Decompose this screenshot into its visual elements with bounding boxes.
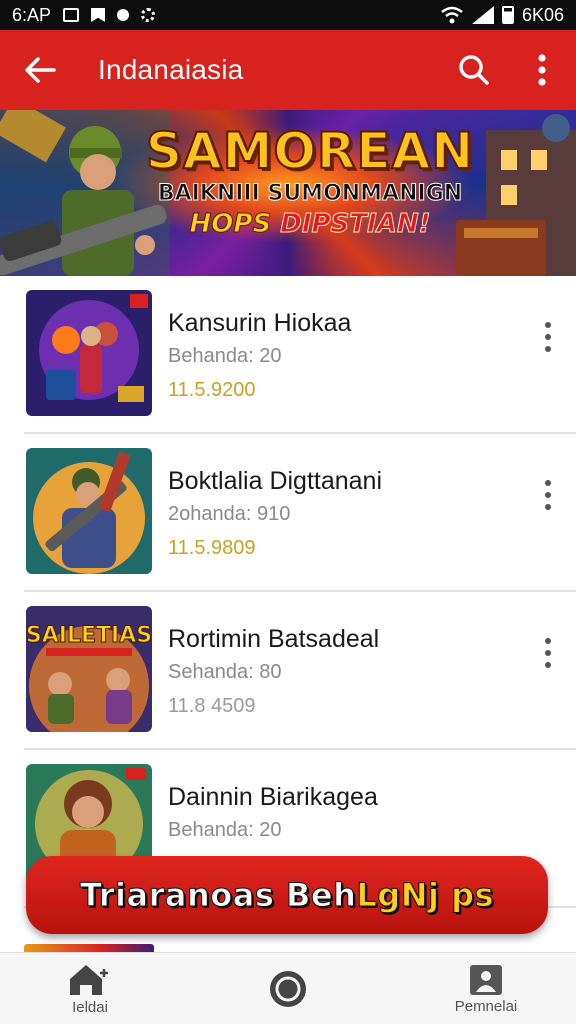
banner-tagline-part2: DIPSTIAN! <box>280 209 431 240</box>
circle-icon <box>117 9 130 21</box>
game-title: Boktlalia Digttanani <box>168 467 383 495</box>
nav-profile-label: Pemnelai <box>454 997 518 1015</box>
search-icon <box>459 55 489 85</box>
game-title: Kansurin Hiokaa <box>168 309 352 337</box>
item-more-button[interactable] <box>538 480 558 510</box>
app-bar: Indanaiasia <box>0 30 576 110</box>
battery-icon <box>501 6 514 24</box>
bottom-navigation: Ieldai Pemnelai <box>0 952 576 1024</box>
item-more-button[interactable] <box>538 322 558 352</box>
notes-icon <box>63 8 80 22</box>
promo-banner[interactable]: SAMOREAN BAIKNIII SUMONMANIGN HOPS DIPST… <box>0 110 576 276</box>
list-item[interactable]: SAILETIAS Rortimin Batsadeal Sehanda: 80… <box>24 592 576 750</box>
game-thumbnail <box>26 448 152 574</box>
banner-title: SAMOREAN <box>145 122 475 180</box>
flag-icon <box>91 8 106 22</box>
page-title: Indanaiasia <box>98 54 244 85</box>
screen: 6:AP 6K06 Indanaiasia SAMOREAN BAIKNIII … <box>0 0 576 1024</box>
nav-home[interactable]: Ieldai <box>50 953 130 1024</box>
status-time: 6:AP <box>12 4 52 25</box>
game-meta: Behanda: 20 <box>168 345 282 367</box>
game-title: Rortimin Batsadeal <box>168 625 380 653</box>
list-item[interactable]: Kansurin Hiokaa Behanda: 20 11.5.9200 <box>24 276 576 434</box>
game-title: Dainnin Biarikagea <box>168 783 378 811</box>
game-thumbnail <box>26 290 152 416</box>
game-meta: Behanda: 20 <box>168 819 282 841</box>
nav-home-label: Ieldai <box>72 998 108 1016</box>
status-right-text: 6K06 <box>521 4 564 25</box>
cta-label-part2: LgNj ps <box>356 876 495 915</box>
wifi-icon <box>441 6 463 24</box>
game-price: 11.5.9809 <box>168 537 256 559</box>
back-button[interactable] <box>0 30 80 110</box>
banner-tagline: HOPS DIPSTIAN! <box>140 208 480 240</box>
profile-icon <box>470 964 502 995</box>
nav-center[interactable] <box>248 953 328 1024</box>
banner-tagline-part1: HOPS <box>189 209 281 240</box>
circle-button-icon <box>270 971 306 1007</box>
home-icon <box>70 964 108 995</box>
overflow-menu-button[interactable] <box>508 30 576 110</box>
more-vertical-icon <box>538 54 546 86</box>
banner-subtitle: BAIKNIII SUMONMANIGN <box>157 181 463 207</box>
search-button[interactable] <box>440 30 508 110</box>
game-meta: Sehanda: 80 <box>168 661 282 683</box>
banner-headline: SAMOREAN BAIKNIII SUMONMANIGN HOPS DIPST… <box>140 122 480 240</box>
cta-button[interactable]: Triaranoas BehLgNj ps <box>26 856 548 934</box>
game-price: 11.5.9200 <box>168 379 256 401</box>
cta-label: Triaranoas BehLgNj ps <box>79 876 495 915</box>
game-list: Kansurin Hiokaa Behanda: 20 11.5.9200 Bo… <box>0 276 576 908</box>
status-bar: 6:AP 6K06 <box>0 0 576 30</box>
item-more-button[interactable] <box>538 638 558 668</box>
thumbnail-title: SAILETIAS <box>26 623 152 648</box>
back-arrow-icon <box>25 57 56 83</box>
cta-label-part1: Triaranoas Beh <box>79 876 357 915</box>
settings-icon <box>141 8 156 22</box>
game-meta: 2ohanda: 910 <box>168 503 291 525</box>
game-thumbnail: SAILETIAS <box>26 606 152 732</box>
nav-profile[interactable]: Pemnelai <box>440 953 532 1024</box>
list-item[interactable]: Boktlalia Digttanani 2ohanda: 910 11.5.9… <box>24 434 576 592</box>
game-price: 11.8 4509 <box>168 695 256 717</box>
signal-icon <box>471 6 494 24</box>
